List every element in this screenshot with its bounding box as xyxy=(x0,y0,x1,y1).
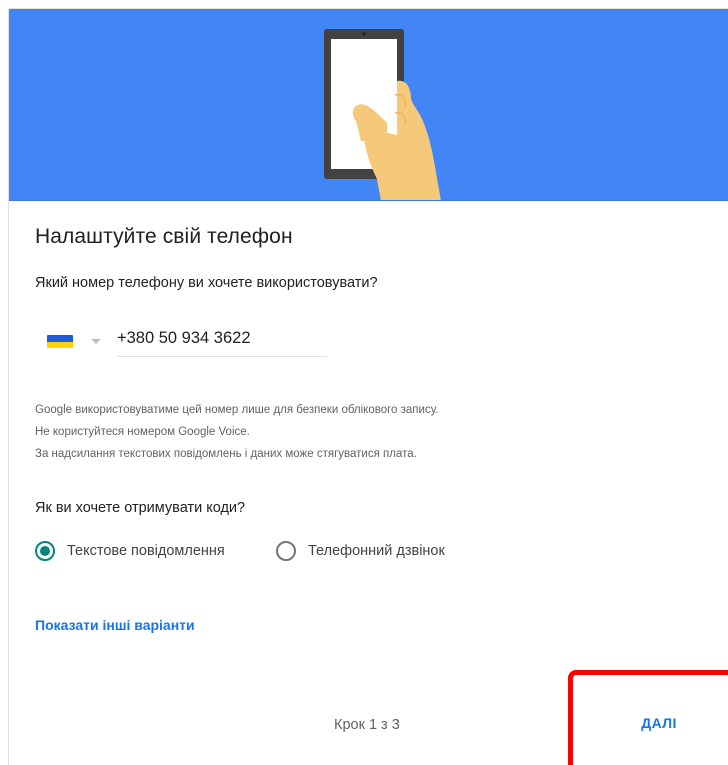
setup-card: Налаштуйте свій телефон Який номер телеф… xyxy=(8,8,728,765)
radio-selected-icon[interactable] xyxy=(35,541,55,561)
note-line: За надсилання текстових повідомлень і да… xyxy=(35,448,417,460)
page-title: Налаштуйте свій телефон xyxy=(35,225,293,248)
hero-banner xyxy=(9,9,728,201)
radio-text-message[interactable]: Текстове повідомлення xyxy=(35,539,261,563)
phone-question: Який номер телефону ви хочете використов… xyxy=(35,275,378,291)
radio-label: Телефонний дзвінок xyxy=(308,543,445,559)
note-line: Не користуйтеся номером Google Voice. xyxy=(35,426,250,438)
phone-number-input[interactable] xyxy=(117,327,327,357)
phone-usage-notes: Google використовуватиме цей номер лише … xyxy=(35,399,439,465)
next-button[interactable]: ДАЛІ xyxy=(599,699,719,747)
codes-question: Як ви хочете отримувати коди? xyxy=(35,500,246,516)
chevron-down-icon[interactable] xyxy=(91,339,101,344)
phone-number-row xyxy=(35,327,327,357)
step-indicator: Крок 1 з 3 xyxy=(334,717,400,733)
show-more-options-link[interactable]: Показати інші варіанти xyxy=(35,617,195,633)
radio-phone-call[interactable]: Телефонний дзвінок xyxy=(276,539,476,563)
note-line: Google використовуватиме цей номер лише … xyxy=(35,404,439,416)
radio-label: Текстове повідомлення xyxy=(67,543,225,559)
ukraine-flag-icon[interactable] xyxy=(47,335,73,348)
radio-unselected-icon[interactable] xyxy=(276,541,296,561)
hand-holding-phone-icon xyxy=(9,29,728,201)
